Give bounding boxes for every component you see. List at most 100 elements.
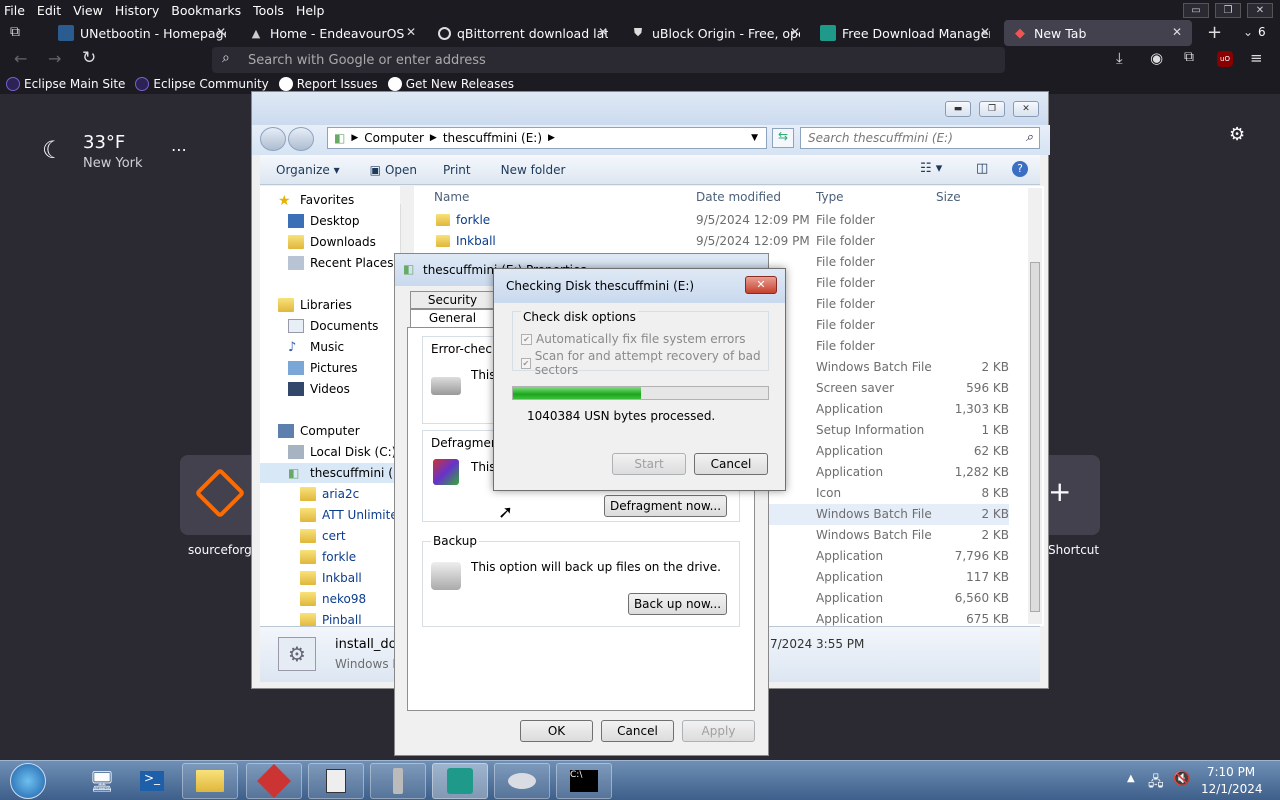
nav-pictures[interactable]: Pictures — [288, 358, 358, 378]
taskbar-disk-tool[interactable] — [494, 763, 550, 799]
column-header-size[interactable]: Size — [936, 190, 961, 204]
tab-qbittorrent[interactable]: qBittorrent download late ✕ — [438, 20, 608, 46]
defragment-now-button[interactable]: Defragment now... — [604, 495, 727, 517]
back-arrow-icon[interactable]: ← — [14, 49, 27, 68]
forward-button[interactable] — [288, 127, 314, 151]
bookmark-eclipse-main[interactable]: Eclipse Main Site — [6, 77, 125, 91]
bookmark-report-issues[interactable]: Report Issues — [278, 77, 378, 91]
column-header-date[interactable]: Date modified — [696, 190, 781, 204]
start-button[interactable]: Start — [612, 453, 686, 475]
forward-arrow-icon[interactable]: → — [48, 49, 61, 68]
nav-documents[interactable]: Documents — [288, 316, 378, 336]
clock-time[interactable]: 7:10 PM — [1206, 765, 1256, 779]
volume-muted-icon[interactable]: 🔇 — [1173, 771, 1190, 787]
tab-ublock[interactable]: ⛊ uBlock Origin - Free, ope ✕ — [630, 20, 800, 46]
nav-folder-inkball[interactable]: Inkball — [300, 568, 362, 588]
new-folder-button[interactable]: New folder — [501, 163, 566, 177]
cancel-button[interactable]: Cancel — [601, 720, 674, 742]
taskbar-powershell[interactable]: >_ — [124, 763, 180, 799]
nav-libraries[interactable]: Libraries — [278, 295, 352, 315]
tab-unetbootin[interactable]: UNetbootin - Homepage ✕ — [58, 20, 226, 46]
taskbar-computer[interactable]: 🖥 — [74, 763, 130, 799]
tab-new-tab[interactable]: ◆ New Tab ✕ — [1004, 20, 1192, 46]
tab-close-icon[interactable]: ✕ — [216, 25, 226, 39]
menu-edit[interactable]: Edit — [37, 3, 61, 18]
taskbar-app[interactable] — [308, 763, 364, 799]
menu-bookmarks[interactable]: Bookmarks — [171, 3, 241, 18]
tab-fdm[interactable]: Free Download Manager ✕ — [820, 20, 990, 46]
nav-desktop[interactable]: Desktop — [288, 211, 360, 231]
clock-date[interactable]: 12/1/2024 — [1201, 782, 1263, 796]
bookmark-get-new-releases[interactable]: Get New Releases — [387, 77, 514, 91]
firefox-view-icon[interactable]: ⧉ — [10, 24, 20, 40]
chkdsk-cancel-button[interactable]: Cancel — [694, 453, 768, 475]
tab-close-icon[interactable]: ✕ — [790, 25, 800, 39]
account-icon[interactable]: ◉ — [1150, 49, 1163, 67]
nav-local-disk-c[interactable]: Local Disk (C:) — [288, 442, 396, 462]
taskbar-explorer[interactable] — [182, 763, 238, 799]
nav-music[interactable]: ♪ Music — [288, 337, 344, 357]
reload-icon[interactable]: ↻ — [82, 48, 96, 68]
explorer-maximize-button[interactable]: ❐ — [979, 101, 1005, 117]
tab-close-icon[interactable]: ✕ — [1172, 25, 1182, 39]
chevron-down-icon[interactable]: ▼ — [751, 133, 758, 143]
close-window-button[interactable]: ✕ — [1247, 3, 1273, 18]
explorer-minimize-button[interactable]: ▬ — [945, 101, 971, 117]
open-button[interactable]: ▣ Open — [370, 163, 417, 177]
table-row[interactable]: Inkball 9/5/2024 12:09 PM File folder — [414, 231, 1009, 252]
table-row[interactable]: forkle 9/5/2024 12:09 PM File folder — [414, 210, 1009, 231]
help-icon[interactable]: ? — [1012, 161, 1028, 177]
address-bar[interactable]: ◧ ▶ Computer ▶ thescuffmini (E:) ▶ ▼ — [327, 127, 767, 149]
back-button[interactable] — [260, 127, 286, 151]
tray-expand-icon[interactable]: ▲ — [1127, 773, 1135, 784]
bookmark-eclipse-community[interactable]: Eclipse Community — [135, 77, 269, 91]
ok-button[interactable]: OK — [520, 720, 593, 742]
downloads-icon[interactable]: ⤓ — [1116, 49, 1123, 67]
taskbar-tool[interactable] — [370, 763, 426, 799]
menu-help[interactable]: Help — [296, 3, 325, 18]
tab-security[interactable]: Security — [410, 291, 495, 309]
apply-button[interactable]: Apply — [682, 720, 755, 742]
menu-tools[interactable]: Tools — [253, 3, 284, 18]
option-scan-bad-sectors[interactable]: ✔ Scan for and attempt recovery of bad s… — [521, 349, 768, 377]
nav-videos[interactable]: Videos — [288, 379, 350, 399]
start-orb-icon[interactable] — [10, 763, 46, 799]
tab-list-chevron-icon[interactable]: ⌄ — [1243, 25, 1253, 39]
nav-folder-forkle[interactable]: forkle — [300, 547, 356, 567]
explorer-search-input[interactable]: Search thescuffmini (E:) ⌕ — [800, 127, 1040, 149]
nav-folder-pinball[interactable]: Pinball — [300, 610, 362, 626]
ublock-toolbar-icon[interactable]: uO — [1217, 51, 1233, 67]
shortcut-tile-sourceforge[interactable] — [180, 455, 260, 535]
restore-button[interactable]: ❐ — [1215, 3, 1241, 18]
extensions-icon[interactable]: ⧉ — [1184, 49, 1194, 65]
tab-general[interactable]: General — [410, 309, 495, 327]
new-tab-plus-icon[interactable]: + — [1207, 22, 1222, 43]
nav-downloads[interactable]: Downloads — [288, 232, 376, 252]
nav-folder-aria2c[interactable]: aria2c — [300, 484, 359, 504]
nav-recent-places[interactable]: Recent Places — [288, 253, 393, 273]
menu-file[interactable]: File — [4, 3, 25, 18]
weather-menu-icon[interactable]: ⋯ — [171, 140, 187, 159]
file-list-scrollbar[interactable] — [1028, 188, 1042, 624]
back-up-now-button[interactable]: Back up now... — [628, 593, 727, 615]
minimize-button[interactable]: ▭ — [1183, 3, 1209, 18]
menu-view[interactable]: View — [73, 3, 103, 18]
close-icon[interactable]: ✕ — [745, 276, 777, 294]
taskbar-cmd[interactable]: C:\ — [556, 763, 612, 799]
network-icon[interactable]: 🖧 — [1148, 771, 1164, 795]
breadcrumb-computer[interactable]: Computer — [364, 131, 424, 145]
nav-folder-cert[interactable]: cert — [300, 526, 346, 546]
menu-history[interactable]: History — [115, 3, 159, 18]
organize-button[interactable]: Organize ▾ — [276, 163, 340, 177]
nav-favorites[interactable]: ★ Favorites — [278, 190, 354, 210]
tab-endeavouros[interactable]: ▲ Home - EndeavourOS ✕ — [248, 20, 416, 46]
taskbar-fdm[interactable] — [432, 763, 488, 799]
settings-gear-icon[interactable]: ⚙ — [1229, 124, 1245, 145]
explorer-close-button[interactable]: ✕ — [1013, 101, 1039, 117]
nav-thescuffmini-e[interactable]: ◧ thescuffmini (E:) — [260, 463, 400, 483]
option-auto-fix[interactable]: ✔ Automatically fix file system errors — [521, 332, 746, 346]
tab-close-icon[interactable]: ✕ — [980, 25, 990, 39]
url-bar[interactable]: ⌕ Search with Google or enter address — [212, 47, 1005, 73]
print-button[interactable]: Print — [443, 163, 471, 177]
column-header-type[interactable]: Type — [816, 190, 844, 204]
